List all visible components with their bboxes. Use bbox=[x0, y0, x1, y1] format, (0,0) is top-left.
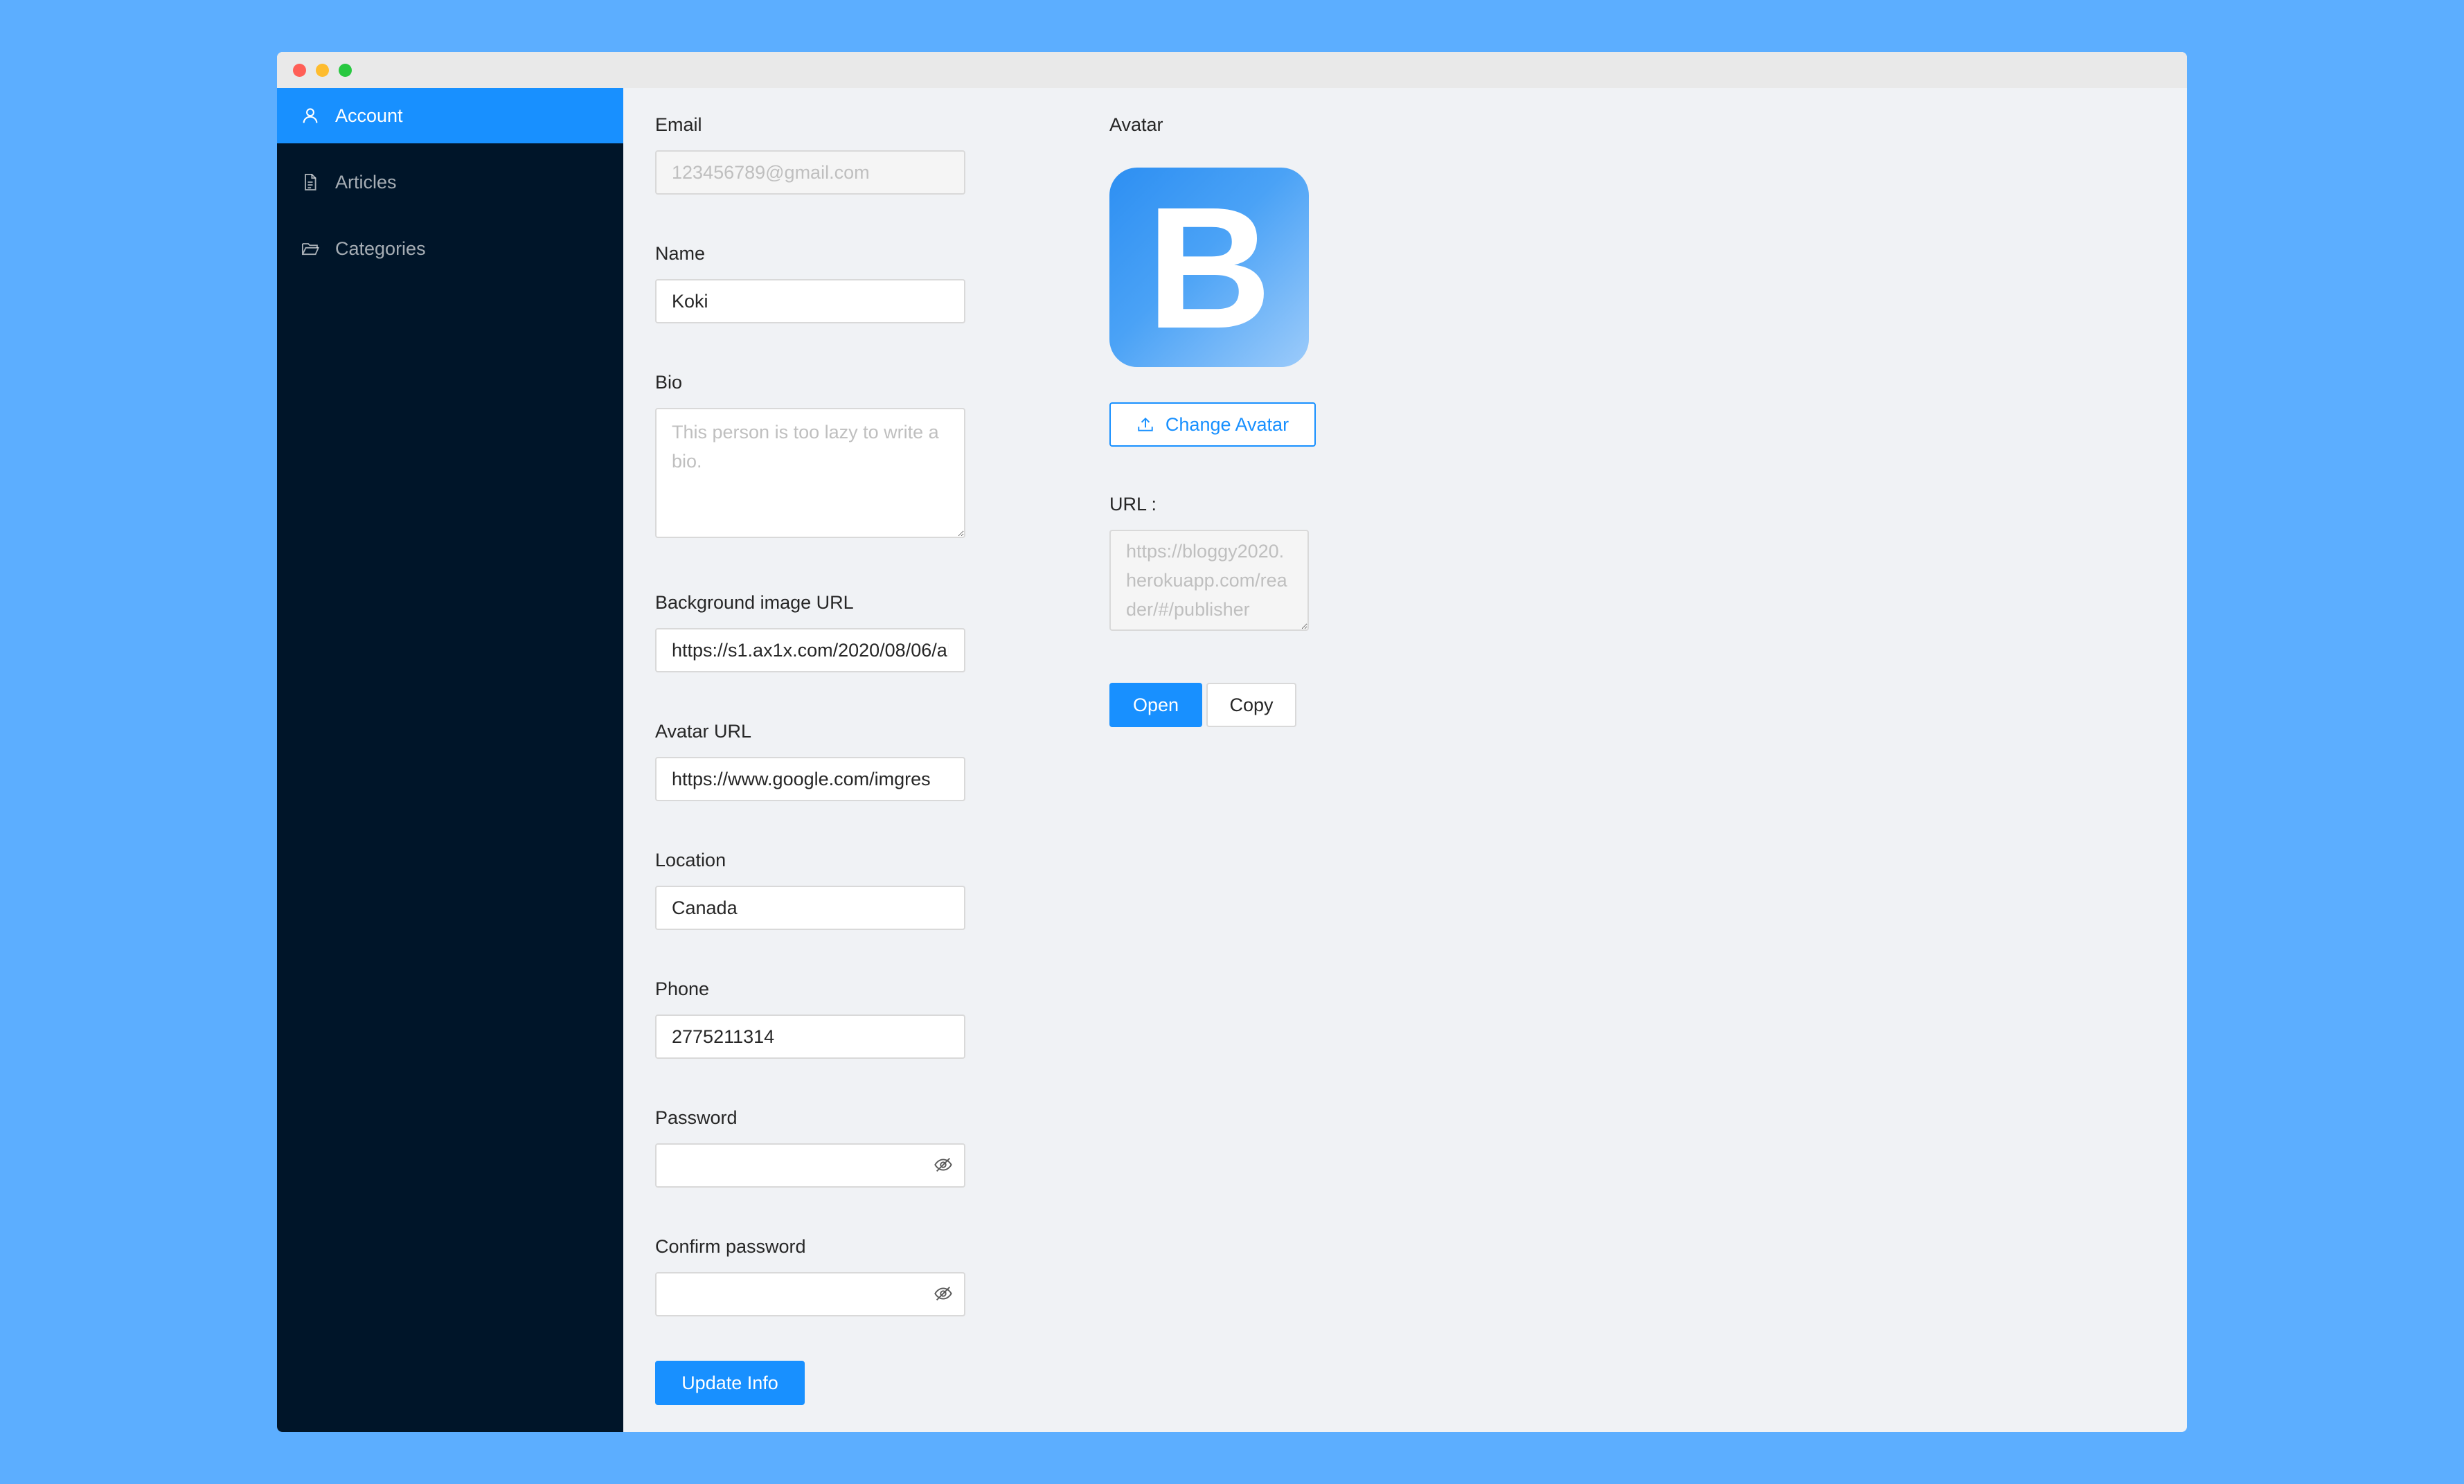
confirm-password-field[interactable] bbox=[655, 1272, 965, 1316]
avatar-label: Avatar bbox=[1109, 114, 1163, 135]
minimize-window-button[interactable] bbox=[316, 64, 329, 77]
copy-url-button[interactable]: Copy bbox=[1206, 683, 1296, 727]
phone-field[interactable] bbox=[655, 1014, 965, 1059]
phone-label: Phone bbox=[655, 978, 710, 999]
url-label: URL : bbox=[1109, 494, 1157, 515]
sidebar-item-articles[interactable]: Articles bbox=[277, 154, 623, 210]
password-field[interactable] bbox=[655, 1143, 965, 1188]
folder-icon bbox=[301, 239, 320, 258]
bio-field[interactable] bbox=[655, 408, 965, 538]
confirm-password-label: Confirm password bbox=[655, 1236, 806, 1257]
email-field bbox=[655, 150, 965, 195]
close-window-button[interactable] bbox=[293, 64, 306, 77]
location-field[interactable] bbox=[655, 886, 965, 930]
app-window: Account Articles Categories Email Name B… bbox=[277, 52, 2187, 1432]
confirm-password-input-wrapper bbox=[655, 1272, 965, 1316]
email-label: Email bbox=[655, 114, 702, 135]
sidebar-item-label: Account bbox=[335, 105, 403, 126]
update-info-button[interactable]: Update Info bbox=[655, 1361, 805, 1405]
location-label: Location bbox=[655, 850, 726, 870]
background-image-url-label: Background image URL bbox=[655, 592, 854, 613]
name-field[interactable] bbox=[655, 279, 965, 323]
change-avatar-label: Change Avatar bbox=[1165, 413, 1289, 435]
avatar-letter: B bbox=[1146, 170, 1272, 364]
password-label: Password bbox=[655, 1107, 738, 1128]
maximize-window-button[interactable] bbox=[339, 64, 352, 77]
sidebar: Account Articles Categories bbox=[277, 88, 623, 1432]
sidebar-item-categories[interactable]: Categories bbox=[277, 221, 623, 276]
file-icon bbox=[301, 172, 320, 192]
eye-invisible-icon[interactable] bbox=[934, 1284, 953, 1303]
user-icon bbox=[301, 106, 320, 125]
sidebar-item-label: Articles bbox=[335, 171, 397, 193]
publisher-url-field bbox=[1109, 530, 1309, 631]
window-titlebar bbox=[277, 52, 2187, 88]
avatar-url-field[interactable] bbox=[655, 757, 965, 801]
bio-label: Bio bbox=[655, 372, 683, 393]
open-url-button[interactable]: Open bbox=[1109, 683, 1202, 727]
avatar-image: B bbox=[1109, 168, 1309, 367]
password-input-wrapper bbox=[655, 1143, 965, 1188]
change-avatar-button[interactable]: Change Avatar bbox=[1109, 402, 1316, 447]
sidebar-item-account[interactable]: Account bbox=[277, 88, 623, 143]
account-settings-content: Email Name Bio Background image URL Avat… bbox=[623, 88, 2187, 1432]
upload-icon bbox=[1138, 417, 1153, 431]
background-image-url-field[interactable] bbox=[655, 628, 965, 672]
name-label: Name bbox=[655, 243, 706, 264]
eye-invisible-icon[interactable] bbox=[934, 1155, 953, 1174]
sidebar-item-label: Categories bbox=[335, 238, 426, 259]
avatar-url-label: Avatar URL bbox=[655, 721, 752, 742]
